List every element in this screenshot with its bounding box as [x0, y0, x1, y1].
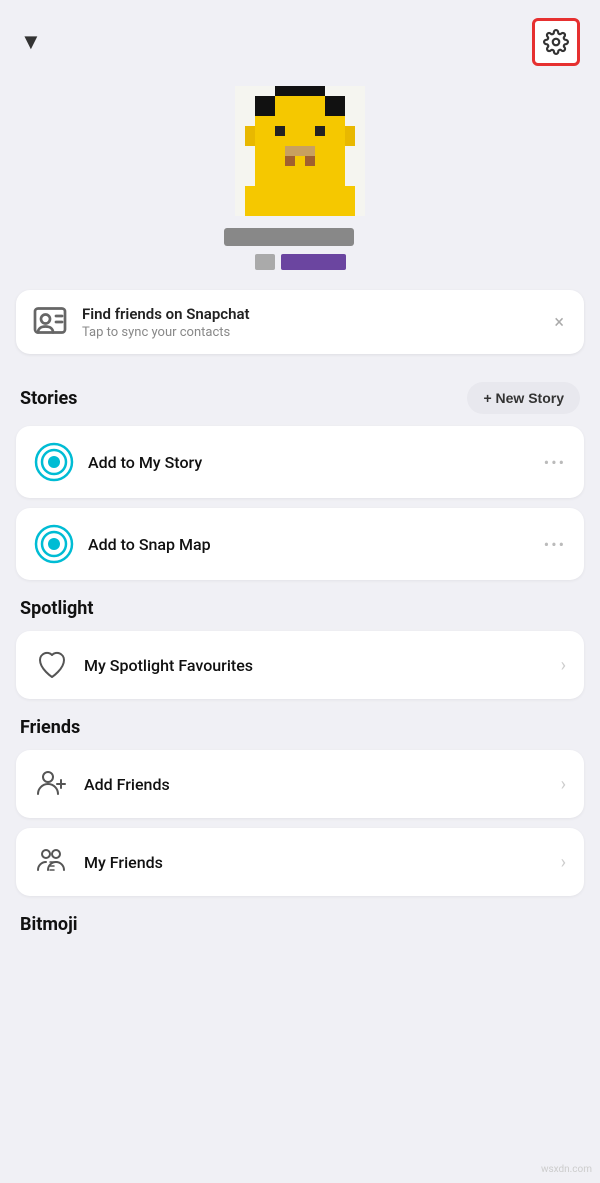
avatar[interactable] [235, 86, 365, 216]
spotlight-favourites-label: My Spotlight Favourites [84, 656, 547, 675]
snap-map-label: Add to Snap Map [88, 535, 530, 554]
spotlight-chevron-icon: › [561, 655, 566, 676]
new-story-button[interactable]: + New Story [467, 382, 580, 414]
close-button[interactable]: × [550, 308, 568, 337]
username-bar [224, 228, 354, 246]
heart-icon [34, 647, 70, 683]
my-friends-label: My Friends [84, 853, 547, 872]
snap-map-more-button[interactable]: ••• [544, 535, 566, 554]
find-friends-icon [32, 304, 68, 340]
find-friends-title: Find friends on Snapchat [82, 305, 536, 323]
my-story-more-button[interactable]: ••• [544, 453, 566, 472]
username-row-2 [255, 254, 346, 270]
avatar-image [235, 86, 365, 216]
spotlight-favourites-card[interactable]: My Spotlight Favourites › [16, 631, 584, 699]
friends-title: Friends [20, 717, 80, 738]
find-friends-text: Find friends on Snapchat Tap to sync you… [82, 305, 536, 340]
my-friends-chevron-icon: › [561, 852, 566, 873]
my-story-label: Add to My Story [88, 453, 530, 472]
gear-icon [543, 29, 569, 55]
sub-bar-left [255, 254, 275, 270]
sub-bar-right [281, 254, 346, 270]
add-friends-card[interactable]: Add Friends › [16, 750, 584, 818]
my-friends-card[interactable]: My Friends › [16, 828, 584, 896]
add-person-icon [34, 766, 70, 802]
stories-title: Stories [20, 388, 77, 409]
bitmoji-title: Bitmoji [20, 914, 78, 935]
username-row-1 [224, 228, 376, 246]
friends-list-icon [34, 844, 70, 880]
watermark: wsxdn.com [541, 1164, 592, 1175]
find-friends-banner[interactable]: Find friends on Snapchat Tap to sync you… [16, 290, 584, 354]
friends-section-header: Friends [0, 709, 600, 750]
snap-map-icon [34, 524, 74, 564]
my-story-icon [34, 442, 74, 482]
top-bar: ▼ [0, 0, 600, 76]
add-to-snap-map-card[interactable]: Add to Snap Map ••• [16, 508, 584, 580]
find-friends-subtitle: Tap to sync your contacts [82, 325, 536, 340]
spotlight-title: Spotlight [20, 598, 93, 619]
chevron-down-icon[interactable]: ▼ [20, 29, 42, 55]
add-friends-chevron-icon: › [561, 774, 566, 795]
avatar-section [0, 76, 600, 290]
add-friends-label: Add Friends [84, 775, 547, 794]
bitmoji-section: Bitmoji [0, 906, 600, 939]
username-area [224, 228, 376, 270]
stories-section-header: Stories + New Story [0, 374, 600, 426]
add-to-my-story-card[interactable]: Add to My Story ••• [16, 426, 584, 498]
spotlight-section-header: Spotlight [0, 590, 600, 631]
settings-button[interactable] [532, 18, 580, 66]
